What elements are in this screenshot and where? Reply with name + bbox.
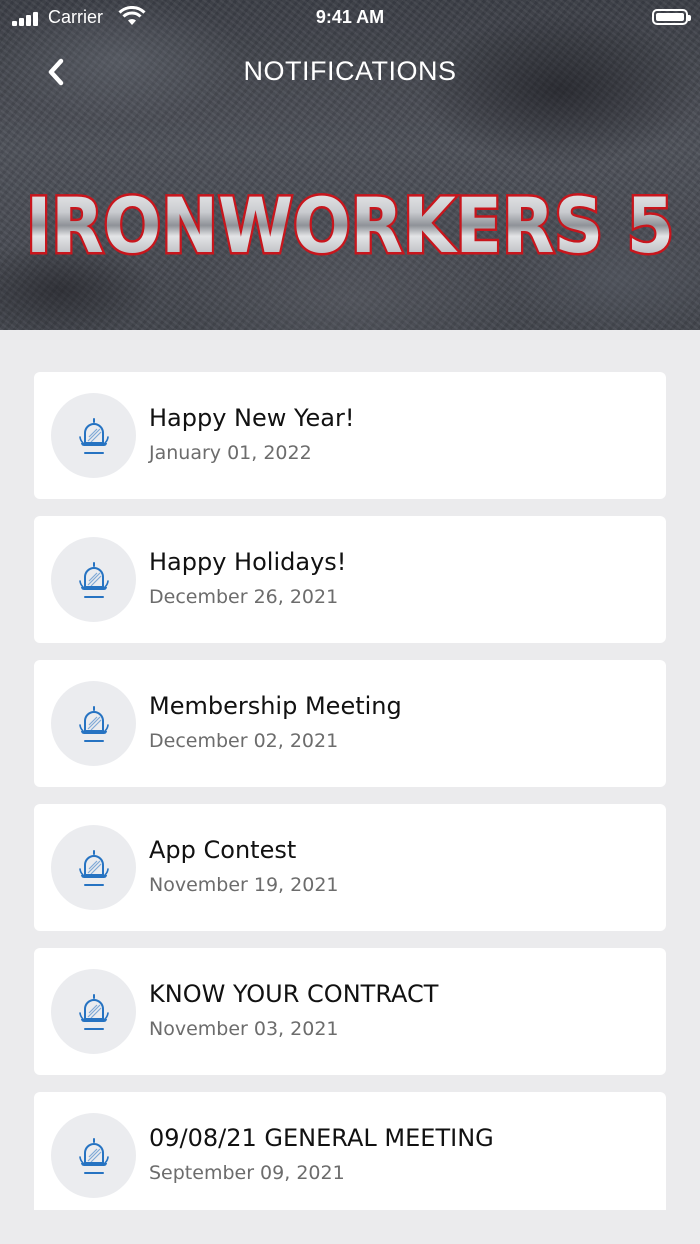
header-banner: Carrier 9:41 AM NOTIFICATIONS IRONWORKER…	[0, 0, 700, 330]
notification-title: App Contest	[149, 836, 297, 864]
status-time: 9:41 AM	[315, 7, 385, 27]
bell-icon	[78, 993, 109, 1030]
bell-icon	[78, 849, 109, 886]
notification-date: December 02, 2021	[149, 730, 339, 752]
notification-date: November 19, 2021	[149, 874, 339, 896]
notification-card[interactable]: 09/08/21 GENERAL MEETING September 09, 2…	[34, 1092, 666, 1210]
notification-date: September 09, 2021	[149, 1162, 345, 1184]
notification-card[interactable]: Happy New Year! January 01, 2022	[34, 372, 666, 499]
notification-list: Happy New Year! January 01, 2022 Happy H…	[34, 372, 666, 1210]
notification-card[interactable]: KNOW YOUR CONTRACT November 03, 2021	[34, 948, 666, 1075]
bell-icon-badge	[51, 393, 136, 478]
bell-icon-badge	[51, 537, 136, 622]
notification-title: Happy New Year!	[149, 404, 355, 432]
bell-icon-badge	[51, 1113, 136, 1198]
bell-icon	[78, 561, 109, 598]
bell-icon-badge	[51, 969, 136, 1054]
page-title: NOTIFICATIONS	[243, 56, 457, 86]
notification-title: KNOW YOUR CONTRACT	[149, 980, 439, 1008]
notification-title: Membership Meeting	[149, 692, 402, 720]
bell-icon-badge	[51, 825, 136, 910]
notification-date: January 01, 2022	[149, 442, 312, 464]
notification-card[interactable]: Membership Meeting December 02, 2021	[34, 660, 666, 787]
notification-card[interactable]: App Contest November 19, 2021	[34, 804, 666, 931]
notification-date: December 26, 2021	[149, 586, 339, 608]
bell-icon	[78, 1137, 109, 1174]
bell-icon-badge	[51, 681, 136, 766]
notification-date: November 03, 2021	[149, 1018, 339, 1040]
ironworkers-logo: IRONWORKERS 5	[24, 179, 677, 273]
battery-icon	[652, 9, 691, 25]
svg-text:IRONWORKERS 5: IRONWORKERS 5	[26, 181, 674, 270]
notification-title: 09/08/21 GENERAL MEETING	[149, 1124, 494, 1152]
bell-icon	[78, 417, 109, 454]
status-bar: Carrier 9:41 AM	[0, 0, 700, 36]
bell-icon	[78, 705, 109, 742]
notification-card[interactable]: Happy Holidays! December 26, 2021	[34, 516, 666, 643]
notification-title: Happy Holidays!	[149, 548, 347, 576]
